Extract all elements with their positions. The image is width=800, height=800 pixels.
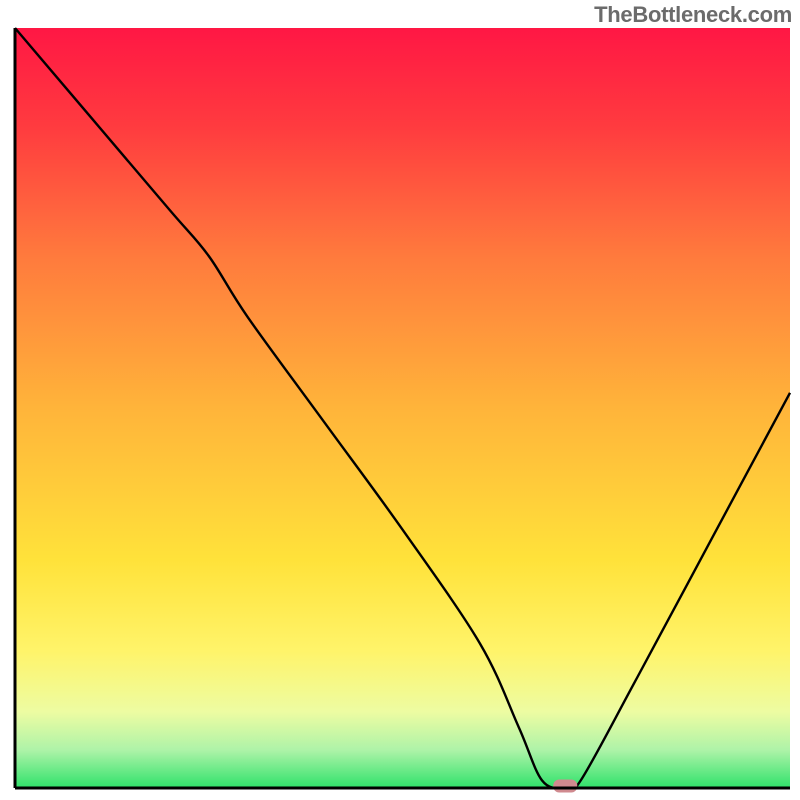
chart-container: TheBottleneck.com xyxy=(0,0,800,800)
optimal-marker xyxy=(553,780,577,793)
bottleneck-chart xyxy=(0,0,800,800)
gradient-background xyxy=(15,28,790,788)
watermark-text: TheBottleneck.com xyxy=(594,2,792,28)
